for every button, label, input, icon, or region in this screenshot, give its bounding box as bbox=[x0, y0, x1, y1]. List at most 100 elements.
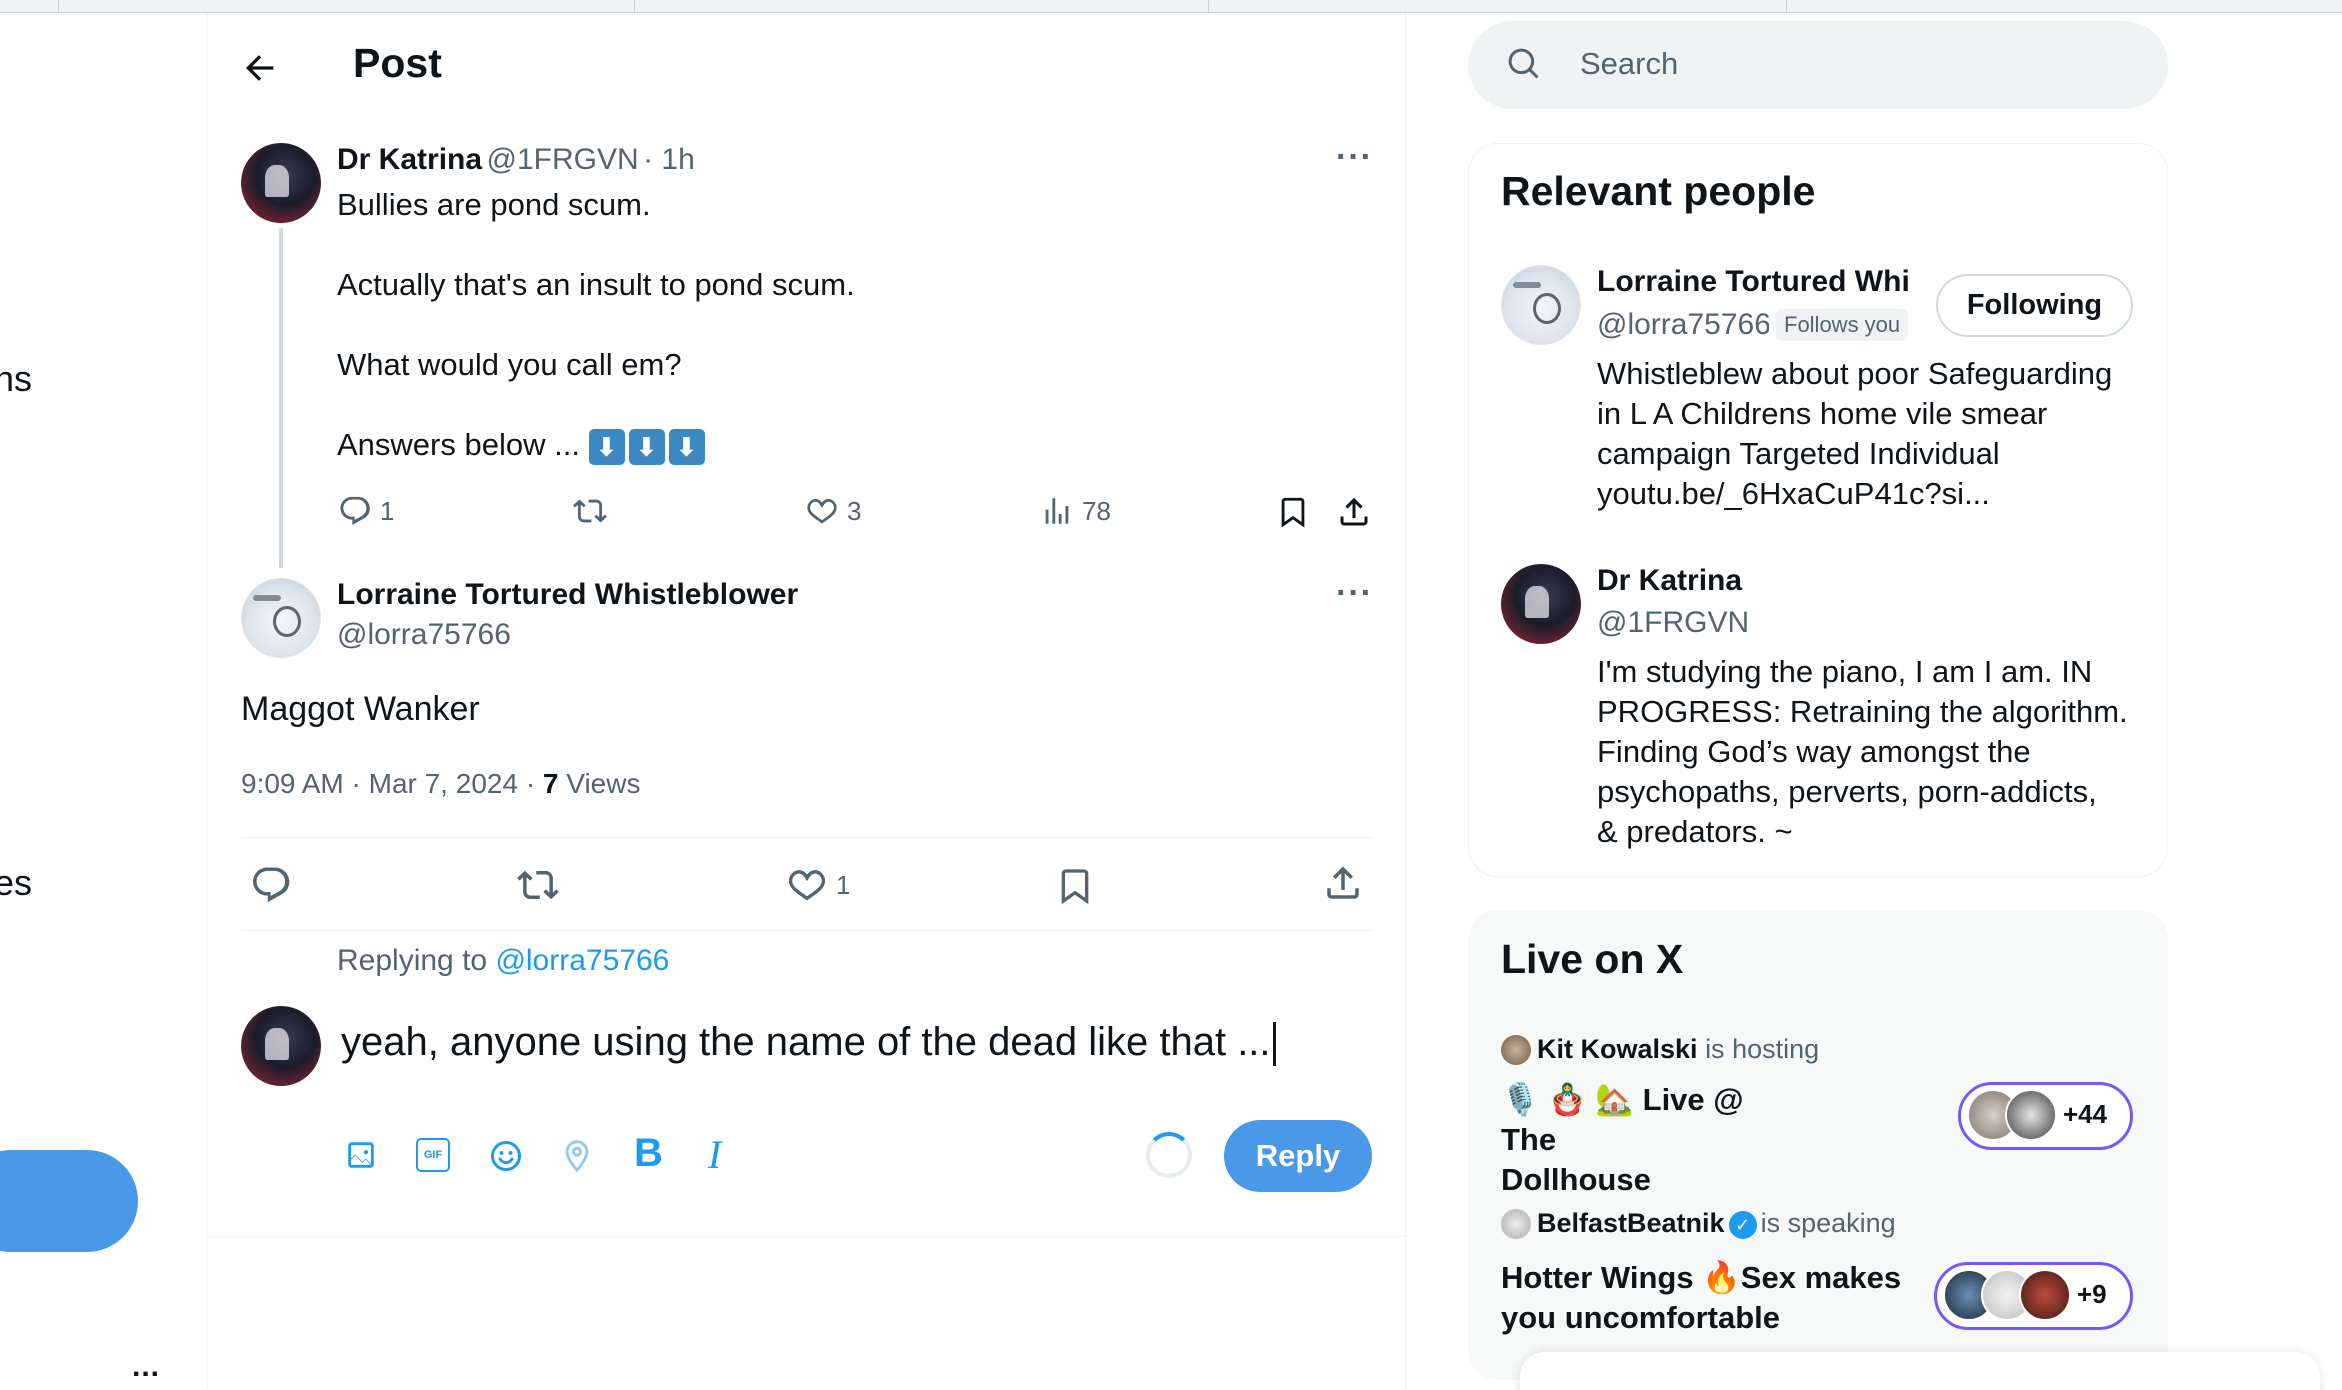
post-time[interactable]: · 1h bbox=[643, 143, 695, 176]
column-divider bbox=[207, 13, 208, 1390]
person-name[interactable]: Lorraine Tortured Whi bbox=[1597, 265, 1917, 299]
person-handle[interactable]: @1FRGVN bbox=[1597, 606, 1749, 640]
more-options-button[interactable]: ··· bbox=[1336, 138, 1373, 177]
author-handle[interactable]: @1FRGVN bbox=[487, 143, 639, 176]
avatar[interactable] bbox=[241, 143, 321, 223]
reply-input[interactable]: yeah, anyone using the name of the dead … bbox=[341, 1020, 1276, 1067]
person-bio-line: Finding God’s way amongst the bbox=[1597, 734, 2031, 769]
views-count: 7 bbox=[542, 768, 559, 799]
search-input[interactable] bbox=[1468, 21, 2168, 109]
reply-action[interactable] bbox=[250, 864, 292, 911]
replying-to-label: Replying to bbox=[337, 944, 488, 977]
reply-button[interactable]: Reply bbox=[1224, 1120, 1372, 1192]
reply-action[interactable]: 1 bbox=[338, 494, 394, 528]
reply-draft-text[interactable]: yeah, anyone using the name of the dead … bbox=[341, 1020, 1271, 1064]
post-timestamp[interactable]: 9:09 AM · Mar 7, 2024 · bbox=[241, 768, 535, 799]
avatar[interactable] bbox=[1501, 265, 1581, 345]
repost-action[interactable] bbox=[572, 494, 608, 533]
share-action[interactable] bbox=[1322, 862, 1364, 909]
down-arrow-emoji-icon: ⬇ bbox=[588, 428, 625, 465]
share-action[interactable] bbox=[1336, 494, 1372, 535]
emoji-icon[interactable] bbox=[488, 1138, 524, 1179]
heart-icon bbox=[807, 498, 837, 524]
divider bbox=[208, 1236, 1405, 1237]
host-avatar bbox=[1501, 1034, 1531, 1065]
like-action[interactable]: 3 bbox=[805, 494, 861, 528]
share-icon bbox=[1340, 497, 1368, 526]
repost-icon bbox=[573, 499, 607, 523]
host-avatar bbox=[1501, 1208, 1531, 1239]
author-name[interactable]: Dr Katrina bbox=[337, 143, 482, 176]
account-more-button[interactable]: ... bbox=[132, 1350, 160, 1384]
replying-to-handle[interactable]: @lorra75766 bbox=[495, 944, 669, 977]
author-handle[interactable]: @lorra75766 bbox=[337, 618, 511, 652]
space-title-line: Dollhouse bbox=[1501, 1162, 1651, 1197]
replying-to-line: Replying to @lorra75766 bbox=[337, 944, 669, 978]
search-icon bbox=[1506, 46, 1542, 87]
italic-icon[interactable]: I bbox=[708, 1131, 721, 1178]
nav-item-label-partial[interactable]: ns bbox=[0, 358, 32, 400]
gif-icon[interactable]: GIF bbox=[416, 1138, 450, 1172]
person-bio-line: Whistleblew about poor Safeguarding bbox=[1597, 356, 2113, 391]
host-status: is hosting bbox=[1705, 1034, 1820, 1064]
bio-link[interactable]: youtu.be/_6HxaCuP41c?si... bbox=[1597, 474, 1990, 514]
card-title: Live on X bbox=[1501, 936, 1684, 982]
person-name[interactable]: Dr Katrina bbox=[1597, 564, 1742, 598]
down-arrow-emoji-icon: ⬇ bbox=[628, 428, 665, 465]
nav-item-label-partial[interactable]: es bbox=[0, 862, 32, 904]
author-name[interactable]: Lorraine Tortured Whistleblower bbox=[337, 578, 798, 612]
repost-action[interactable] bbox=[516, 864, 560, 911]
space-title[interactable]: 🎙️ 🪆 🏡 Live @ The Dollhouse bbox=[1501, 1080, 1801, 1200]
bookmark-action[interactable] bbox=[1276, 494, 1310, 535]
space-title-line: you uncomfortable bbox=[1501, 1300, 1781, 1335]
post-text-line: Actually that's an insult to pond scum. bbox=[337, 267, 855, 302]
host-status: is speaking bbox=[1760, 1208, 1896, 1238]
post-text-line: Bullies are pond scum. bbox=[337, 187, 651, 222]
listener-count: +44 bbox=[2063, 1099, 2108, 1129]
views-action[interactable]: 78 bbox=[1040, 494, 1111, 528]
heart-icon bbox=[788, 870, 826, 901]
space-title-line: 🎙️ 🪆 🏡 Live @ The bbox=[1501, 1082, 1744, 1157]
space-host-line[interactable]: BelfastBeatnik ✓ is speaking bbox=[1501, 1208, 1896, 1239]
space-listeners-pill[interactable]: +44 bbox=[1958, 1082, 2133, 1150]
reply-icon bbox=[253, 867, 290, 903]
more-options-button[interactable]: ··· bbox=[1336, 574, 1373, 613]
person-handle[interactable]: @lorra75766 bbox=[1597, 308, 1769, 342]
space-title-line: Hotter Wings 🔥Sex makes bbox=[1501, 1260, 1902, 1295]
like-count: 1 bbox=[836, 869, 851, 900]
view-count: 78 bbox=[1082, 495, 1111, 526]
space-host-line[interactable]: Kit Kowalski is hosting bbox=[1501, 1034, 1819, 1065]
bookmark-action[interactable] bbox=[1055, 864, 1095, 913]
person-bio-line: psychopaths, perverts, porn-addicts, bbox=[1597, 774, 2097, 809]
listener-count: +9 bbox=[2077, 1279, 2107, 1309]
repost-icon bbox=[517, 870, 559, 900]
bold-icon[interactable]: B bbox=[634, 1131, 663, 1176]
space-listeners-pill[interactable]: +9 bbox=[1934, 1262, 2133, 1330]
reply-icon bbox=[340, 496, 370, 525]
text-cursor bbox=[1272, 1022, 1276, 1067]
tab-separator bbox=[1208, 0, 1209, 13]
avatar[interactable] bbox=[241, 578, 321, 658]
messages-drawer[interactable] bbox=[1520, 1352, 2320, 1390]
page-title: Post bbox=[353, 40, 442, 86]
follows-you-badge: Follows you bbox=[1776, 309, 1909, 341]
bookmark-icon bbox=[1281, 497, 1305, 528]
image-icon[interactable] bbox=[344, 1138, 378, 1177]
host-name: BelfastBeatnik bbox=[1537, 1208, 1725, 1238]
avatar bbox=[241, 1006, 321, 1086]
browser-tab-strip bbox=[0, 0, 2342, 13]
divider bbox=[241, 930, 1373, 931]
person-bio-line: PROGRESS: Retraining the algorithm. bbox=[1597, 694, 2128, 729]
post-text-segment: Answers below ... bbox=[337, 427, 580, 462]
post-compose-button[interactable] bbox=[0, 1150, 138, 1252]
location-icon[interactable] bbox=[560, 1138, 594, 1179]
following-button[interactable]: Following bbox=[1936, 274, 2133, 337]
tab-separator bbox=[58, 0, 59, 13]
listener-avatar bbox=[2005, 1089, 2057, 1141]
like-action[interactable]: 1 bbox=[786, 864, 850, 906]
space-title[interactable]: Hotter Wings 🔥Sex makes you uncomfortabl… bbox=[1501, 1258, 1941, 1338]
avatar[interactable] bbox=[1501, 564, 1581, 644]
back-arrow-icon[interactable] bbox=[240, 48, 280, 88]
post-text-line: Answers below ... ⬇ ⬇ ⬇ bbox=[337, 425, 709, 465]
post-text: Maggot Wanker bbox=[241, 690, 480, 728]
